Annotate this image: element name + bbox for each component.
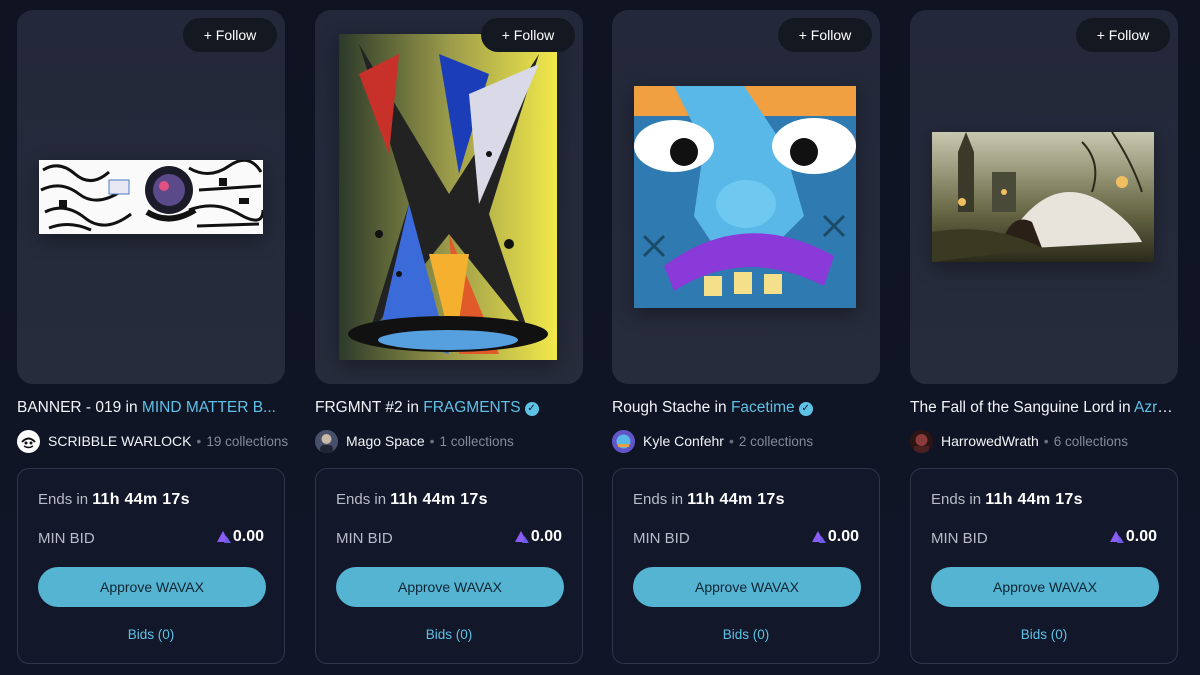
- approve-wavax-button[interactable]: Approve WAVAX: [633, 567, 861, 607]
- separator-dot: •: [429, 433, 435, 449]
- ends-label: Ends in: [38, 491, 89, 508]
- ends-label: Ends in: [633, 491, 684, 508]
- avax-logo-icon: [216, 531, 231, 543]
- artwork-image[interactable]: [634, 86, 856, 308]
- countdown-value: 11h 44m 17s: [390, 491, 488, 508]
- min-bid: 0.00: [514, 528, 562, 546]
- collection-link[interactable]: Facetime: [731, 399, 795, 416]
- bids-link[interactable]: Bids (0): [316, 627, 582, 642]
- ends-label: Ends in: [336, 491, 387, 508]
- collections-count: 19 collections: [206, 433, 289, 449]
- avax-logo-icon: [811, 531, 826, 543]
- approve-wavax-button[interactable]: Approve WAVAX: [38, 567, 266, 607]
- item-title[interactable]: The Fall of the Sanguine Lord: [910, 399, 1114, 416]
- in-word: in: [710, 399, 731, 416]
- min-bid-label: MIN BID: [633, 530, 690, 547]
- item-title[interactable]: BANNER - 019: [17, 399, 121, 416]
- in-word: in: [1114, 399, 1135, 416]
- item-title[interactable]: FRGMNT #2: [315, 399, 403, 416]
- countdown: Ends in 11h 44m 17s: [38, 491, 190, 509]
- separator-dot: •: [1043, 433, 1049, 449]
- verified-badge-icon: ✓: [798, 402, 813, 416]
- item-title-line: BANNER - 019 in MIND MATTER B...: [17, 399, 285, 417]
- item-title-line: The Fall of the Sanguine Lord in Azra...: [910, 399, 1178, 417]
- collection-link[interactable]: Azra...: [1134, 399, 1178, 416]
- avatar[interactable]: [315, 429, 338, 453]
- creator-name[interactable]: HarrowedWrath: [941, 433, 1039, 449]
- follow-button[interactable]: + Follow: [481, 18, 575, 52]
- approve-wavax-button[interactable]: Approve WAVAX: [931, 567, 1159, 607]
- item-title-line: FRGMNT #2 in FRAGMENTS ✓: [315, 399, 583, 417]
- bids-link[interactable]: Bids (0): [911, 627, 1177, 642]
- avax-logo-icon: [514, 531, 529, 543]
- avatar[interactable]: [910, 429, 933, 453]
- artwork-panel[interactable]: + Follow: [910, 10, 1178, 384]
- ends-label: Ends in: [931, 491, 982, 508]
- countdown: Ends in 11h 44m 17s: [633, 491, 785, 509]
- follow-button[interactable]: + Follow: [183, 18, 277, 52]
- min-bid-value: 0.00: [232, 528, 264, 545]
- min-bid-label: MIN BID: [931, 530, 988, 547]
- in-word: in: [121, 399, 142, 416]
- min-bid-value: 0.00: [530, 528, 562, 545]
- bid-panel: Ends in 11h 44m 17s MIN BID 0.00 Approve…: [612, 468, 880, 664]
- creator-name[interactable]: Kyle Confehr: [643, 433, 724, 449]
- bids-link[interactable]: Bids (0): [18, 627, 284, 642]
- avatar[interactable]: [612, 429, 635, 453]
- follow-button[interactable]: + Follow: [1076, 18, 1170, 52]
- min-bid: 0.00: [811, 528, 859, 546]
- artwork-image[interactable]: [39, 160, 263, 234]
- min-bid-value: 0.00: [827, 528, 859, 545]
- creator-line: HarrowedWrath • 6 collections: [910, 429, 1178, 453]
- artwork-panel[interactable]: + Follow: [315, 10, 583, 384]
- item-title[interactable]: Rough Stache: [612, 399, 710, 416]
- avatar[interactable]: [17, 429, 40, 453]
- artwork-image[interactable]: [339, 34, 557, 360]
- bid-panel: Ends in 11h 44m 17s MIN BID 0.00 Approve…: [17, 468, 285, 664]
- bid-panel: Ends in 11h 44m 17s MIN BID 0.00 Approve…: [315, 468, 583, 664]
- countdown: Ends in 11h 44m 17s: [336, 491, 488, 509]
- collection-link[interactable]: FRAGMENTS: [423, 399, 520, 416]
- min-bid-value: 0.00: [1125, 528, 1157, 545]
- min-bid: 0.00: [216, 528, 264, 546]
- verified-badge-icon: ✓: [524, 402, 539, 416]
- min-bid-label: MIN BID: [336, 530, 393, 547]
- countdown-value: 11h 44m 17s: [687, 491, 785, 508]
- artwork-panel[interactable]: + Follow: [17, 10, 285, 384]
- countdown-value: 11h 44m 17s: [985, 491, 1083, 508]
- min-bid: 0.00: [1109, 528, 1157, 546]
- avax-logo-icon: [1109, 531, 1124, 543]
- separator-dot: •: [728, 433, 734, 449]
- collections-count: 2 collections: [738, 433, 814, 449]
- countdown: Ends in 11h 44m 17s: [931, 491, 1083, 509]
- artwork-image[interactable]: [932, 132, 1154, 262]
- separator-dot: •: [196, 433, 202, 449]
- creator-line: SCRIBBLE WARLOCK • 19 collections: [17, 429, 289, 453]
- item-title-line: Rough Stache in Facetime ✓: [612, 399, 880, 417]
- creator-line: Mago Space • 1 collections: [315, 429, 583, 453]
- artwork-panel[interactable]: + Follow: [612, 10, 880, 384]
- collection-link[interactable]: MIND MATTER B...: [142, 399, 276, 416]
- creator-name[interactable]: Mago Space: [346, 433, 425, 449]
- countdown-value: 11h 44m 17s: [92, 491, 190, 508]
- creator-name[interactable]: SCRIBBLE WARLOCK: [48, 433, 191, 449]
- creator-line: Kyle Confehr • 2 collections: [612, 429, 880, 453]
- follow-button[interactable]: + Follow: [778, 18, 872, 52]
- approve-wavax-button[interactable]: Approve WAVAX: [336, 567, 564, 607]
- bids-link[interactable]: Bids (0): [613, 627, 879, 642]
- in-word: in: [402, 399, 424, 416]
- bid-panel: Ends in 11h 44m 17s MIN BID 0.00 Approve…: [910, 468, 1178, 664]
- collections-count: 6 collections: [1053, 433, 1128, 449]
- collections-count: 1 collections: [439, 433, 514, 449]
- min-bid-label: MIN BID: [38, 530, 95, 547]
